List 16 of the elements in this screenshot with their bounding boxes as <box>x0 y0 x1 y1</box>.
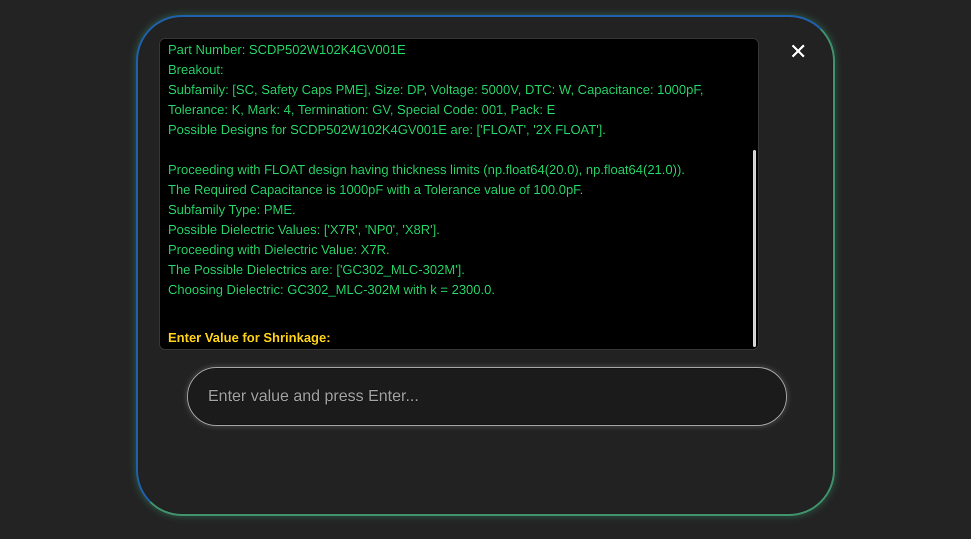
console-line: Proceeding with FLOAT design having thickness limits (np.float64(20.0), np.float64(21.0)). <box>168 161 686 179</box>
console-line: Possible Designs for SCDP502W102K4GV001E are: ['FLOAT', '2X FLOAT']. <box>168 121 607 139</box>
console-line: Subfamily Type: PME. <box>168 201 297 219</box>
console-line: Proceeding with Dielectric Value: X7R. <box>168 241 391 259</box>
console-prompt: Enter Value for Shrinkage: <box>168 329 332 347</box>
input-field[interactable]: Enter value and press Enter... <box>187 367 787 426</box>
console-line: The Possible Dielectrics are: ['GC302_MLC-302M']. <box>168 261 466 279</box>
console-line: Choosing Dielectric: GC302_MLC-302M with k = 2300.0. <box>168 281 496 299</box>
console-line: Subfamily: [SC, Safety Caps PME], Size: DP, Voltage: 5000V, DTC: W, Capacitance: 1000pF, <box>168 81 704 99</box>
close-button[interactable]: ✕ <box>783 37 813 67</box>
console-line: Tolerance: K, Mark: 4, Termination: GV, Special Code: 001, Pack: E <box>168 101 556 119</box>
console-line: The Required Capacitance is 1000pF with a Tolerance value of 100.0pF. <box>168 181 584 199</box>
console-line: Breakout: <box>168 61 225 79</box>
console-line: Possible Dielectric Values: ['X7R', 'NP0', 'X8R']. <box>168 221 441 239</box>
scrollbar[interactable] <box>753 150 756 347</box>
console-line: Part Number: SCDP502W102K4GV001E <box>168 41 407 59</box>
